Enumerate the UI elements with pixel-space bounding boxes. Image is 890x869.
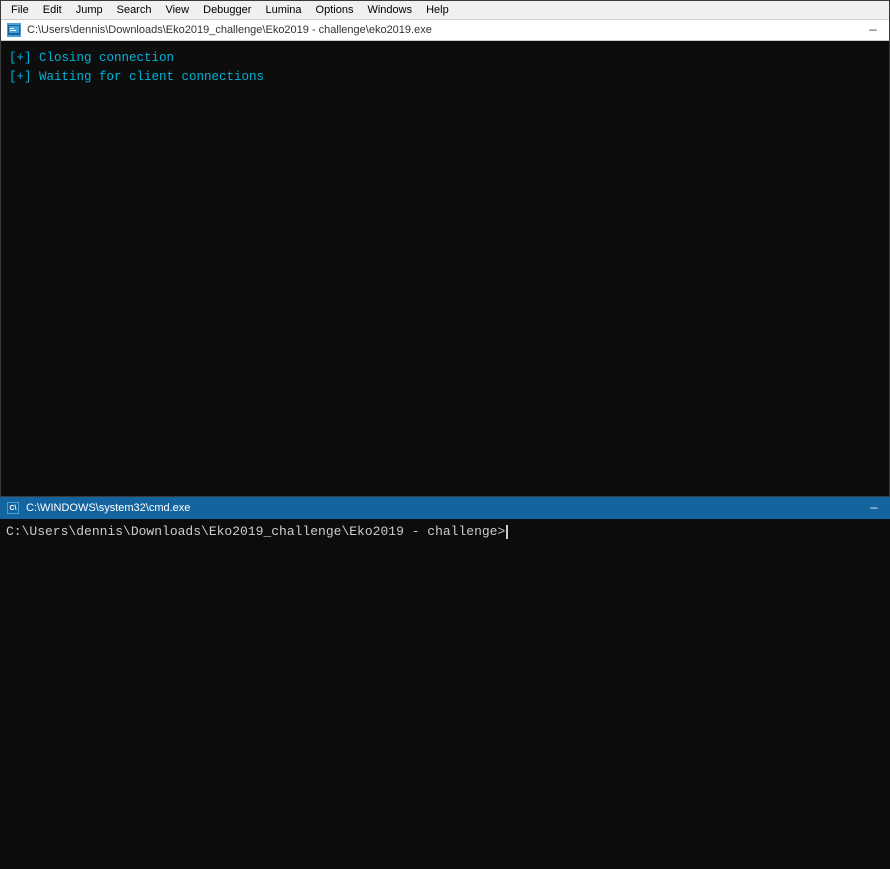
cmd-window: C\ C:\WINDOWS\system32\cmd.exe — C:\User… <box>0 497 890 869</box>
cmd-icon: C\ <box>6 501 20 515</box>
menu-bar: File Edit Jump Search View Debugger Lumi… <box>1 1 889 19</box>
menu-search[interactable]: Search <box>111 3 158 17</box>
cmd-prompt: C:\Users\dennis\Downloads\Eko2019_challe… <box>6 523 505 541</box>
debugger-minimize-button[interactable]: — <box>863 23 883 37</box>
debugger-console: [+] Closing connection [+] Waiting for c… <box>1 41 889 496</box>
cmd-prompt-line: C:\Users\dennis\Downloads\Eko2019_challe… <box>6 523 884 541</box>
menu-jump[interactable]: Jump <box>70 3 109 17</box>
debugger-window: File Edit Jump Search View Debugger Lumi… <box>0 0 890 497</box>
menu-debugger[interactable]: Debugger <box>197 3 257 17</box>
debugger-title-bar: C:\Users\dennis\Downloads\Eko2019_challe… <box>1 19 889 41</box>
menu-edit[interactable]: Edit <box>37 3 68 17</box>
debugger-icon <box>7 23 21 37</box>
menu-help[interactable]: Help <box>420 3 455 17</box>
menu-view[interactable]: View <box>159 3 195 17</box>
console-line-1: [+] Closing connection <box>9 49 881 68</box>
cmd-title-text: C:\WINDOWS\system32\cmd.exe <box>26 502 864 514</box>
cmd-cursor <box>506 525 508 539</box>
cmd-minimize-button[interactable]: — <box>864 501 884 515</box>
menu-file[interactable]: File <box>5 3 35 17</box>
menu-options[interactable]: Options <box>310 3 360 17</box>
menu-windows[interactable]: Windows <box>361 3 418 17</box>
debugger-title-text: C:\Users\dennis\Downloads\Eko2019_challe… <box>27 24 863 36</box>
cmd-title-bar: C\ C:\WINDOWS\system32\cmd.exe — <box>0 497 890 519</box>
console-line-2: [+] Waiting for client connections <box>9 68 881 87</box>
cmd-console[interactable]: C:\Users\dennis\Downloads\Eko2019_challe… <box>0 519 890 869</box>
menu-lumina[interactable]: Lumina <box>259 3 307 17</box>
